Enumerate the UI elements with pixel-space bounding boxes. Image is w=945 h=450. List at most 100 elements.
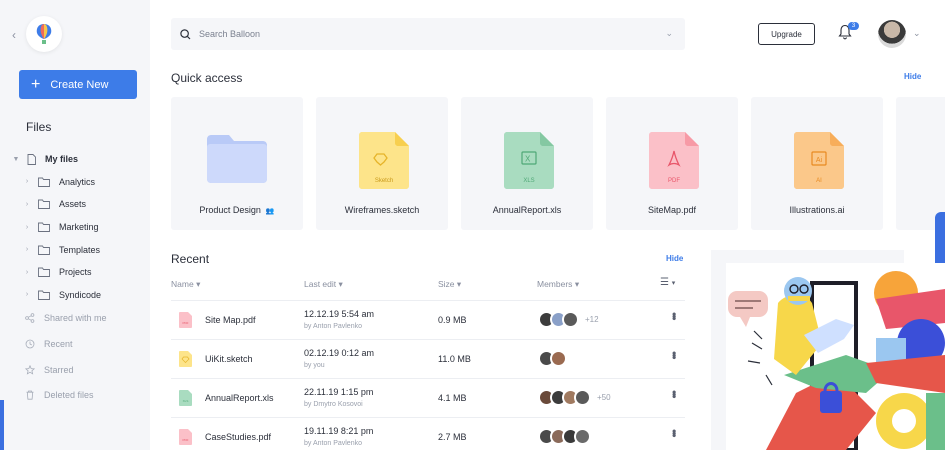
card-label: Illustrations.ai: [789, 205, 845, 215]
nav-shared-with-me[interactable]: Shared with me: [25, 313, 107, 323]
column-header-size[interactable]: Size ▾: [438, 279, 461, 290]
tree-item-assets[interactable]: › Assets: [0, 193, 150, 216]
search-input[interactable]: [199, 29, 639, 39]
caret-right-icon[interactable]: ›: [22, 246, 32, 253]
table-row[interactable]: UiKit.sketch 02.12.19 0:12 am by you 11.…: [171, 339, 685, 377]
last-edit-author: by Dmytro Kosovoi: [304, 401, 363, 408]
tree-label: Projects: [59, 267, 92, 278]
tree-item-templates[interactable]: › Templates: [0, 238, 150, 261]
sketch-file-icon: Sketch: [359, 132, 409, 189]
caret-right-icon[interactable]: ›: [22, 291, 32, 298]
avatar: [574, 389, 591, 406]
xls-file-icon: XLS: [179, 390, 192, 406]
chevron-down-icon[interactable]: ⌄: [665, 28, 673, 39]
sort-caret-icon: ▾: [196, 279, 201, 289]
folder-icon: [38, 245, 50, 255]
tree-item-projects[interactable]: › Projects: [0, 261, 150, 284]
table-row[interactable]: PDF Site Map.pdf 12.12.19 5:54 am by Ant…: [171, 300, 685, 338]
recent-hide-link[interactable]: Hide: [666, 254, 683, 263]
table-row[interactable]: XLS AnnualReport.xls 22.11.19 1:15 pm by…: [171, 378, 685, 416]
nav-deleted-files[interactable]: Deleted files: [25, 390, 94, 400]
list-view-icon[interactable]: ☰ ▾: [660, 277, 675, 288]
more-options-icon[interactable]: •••: [667, 390, 681, 397]
column-label: Size: [438, 279, 455, 289]
tree-item-marketing[interactable]: › Marketing: [0, 216, 150, 239]
file-size: 4.1 MB: [438, 393, 467, 403]
more-options-icon[interactable]: •••: [667, 351, 681, 358]
folder-icon: [38, 222, 50, 233]
members-group[interactable]: [538, 350, 567, 367]
quick-access-hide-link[interactable]: Hide: [904, 72, 921, 81]
promo-illustration: [726, 263, 945, 450]
caret-right-icon[interactable]: ›: [22, 224, 32, 231]
tree-label: Marketing: [59, 222, 99, 233]
card-label: Wireframes.sketch: [344, 205, 420, 215]
file-tag: PDF: [668, 178, 680, 184]
quick-card-product-design[interactable]: Product Design 👥: [171, 97, 303, 230]
pdf-file-icon: PDF: [649, 132, 699, 189]
last-edit-author: by Anton Pavlenko: [304, 440, 362, 447]
quick-card-partial[interactable]: [896, 97, 945, 230]
members-group[interactable]: +50: [538, 389, 611, 406]
files-heading: Files: [26, 120, 52, 134]
tree-label: Assets: [59, 199, 87, 210]
more-options-icon[interactable]: •••: [667, 429, 681, 436]
file-name[interactable]: UiKit.sketch: [205, 354, 253, 364]
caret-right-icon[interactable]: ›: [22, 178, 32, 185]
members-group[interactable]: +12: [538, 311, 599, 328]
last-edit-author: by Anton Pavlenko: [304, 323, 362, 330]
table-row[interactable]: PDF CaseStudies.pdf 19.11.19 8:21 pm by …: [171, 417, 685, 450]
file-name[interactable]: Site Map.pdf: [205, 315, 256, 325]
file-icon: [27, 153, 36, 165]
nav-recent[interactable]: Recent: [25, 339, 73, 349]
column-header-name[interactable]: Name ▾: [171, 279, 200, 290]
members-group[interactable]: [538, 428, 591, 445]
card-label: AnnualReport.xls: [492, 205, 562, 215]
quick-card-annual-report[interactable]: X XLS AnnualReport.xls: [461, 97, 593, 230]
file-name[interactable]: CaseStudies.pdf: [205, 432, 271, 442]
card-label: SiteMap.pdf: [647, 205, 697, 215]
last-edit-date: 12.12.19 5:54 am: [304, 309, 375, 319]
folder-icon: [207, 135, 267, 183]
quick-card-wireframes[interactable]: Sketch Wireframes.sketch: [316, 97, 448, 230]
last-edit-author: by you: [304, 362, 325, 369]
xls-file-icon: X XLS: [504, 132, 554, 189]
more-options-icon[interactable]: •••: [667, 312, 681, 319]
column-header-members[interactable]: Members ▾: [537, 279, 579, 290]
quick-card-illustrations[interactable]: Ai AI Illustrations.ai: [751, 97, 883, 230]
column-label: Name: [171, 279, 194, 289]
chevron-down-icon[interactable]: ⌄: [913, 28, 921, 39]
create-new-button[interactable]: + Create New: [19, 70, 137, 99]
file-size: 11.0 MB: [438, 354, 471, 364]
upgrade-button[interactable]: Upgrade: [758, 23, 815, 45]
nav-starred[interactable]: Starred: [25, 365, 74, 375]
column-header-last-edit[interactable]: Last edit ▾: [304, 279, 343, 290]
members-extra-count: +50: [597, 393, 611, 402]
search-icon: [180, 28, 191, 39]
tree-item-my-files[interactable]: ▼ My files: [0, 148, 150, 171]
svg-text:X: X: [525, 155, 531, 164]
members-extra-count: +12: [585, 315, 599, 324]
tree-label: My files: [45, 154, 79, 165]
character-illustration: [728, 271, 945, 450]
file-size: 0.9 MB: [438, 315, 467, 325]
user-avatar[interactable]: [878, 20, 906, 48]
search-bar[interactable]: ⌄: [171, 18, 685, 50]
last-edit-date: 02.12.19 0:12 am: [304, 348, 375, 358]
collapse-sidebar-icon[interactable]: ‹: [12, 28, 16, 42]
balloon-logo[interactable]: [26, 16, 62, 52]
sort-caret-icon: ▾: [574, 279, 580, 289]
svg-text:Ai: Ai: [816, 157, 823, 164]
tree-item-syndicode[interactable]: › Syndicode: [0, 284, 150, 307]
clock-icon: [25, 339, 35, 349]
caret-down-icon[interactable]: ▼: [11, 156, 21, 163]
caret-right-icon[interactable]: ›: [22, 269, 32, 276]
file-name[interactable]: AnnualReport.xls: [205, 393, 274, 403]
nav-label: Recent: [44, 339, 73, 349]
folder-icon: [38, 267, 50, 278]
quick-card-sitemap[interactable]: PDF SiteMap.pdf: [606, 97, 738, 230]
plus-icon: +: [31, 75, 41, 93]
tree-item-analytics[interactable]: › Analytics: [0, 171, 150, 194]
avatar: [574, 428, 591, 445]
caret-right-icon[interactable]: ›: [22, 201, 32, 208]
